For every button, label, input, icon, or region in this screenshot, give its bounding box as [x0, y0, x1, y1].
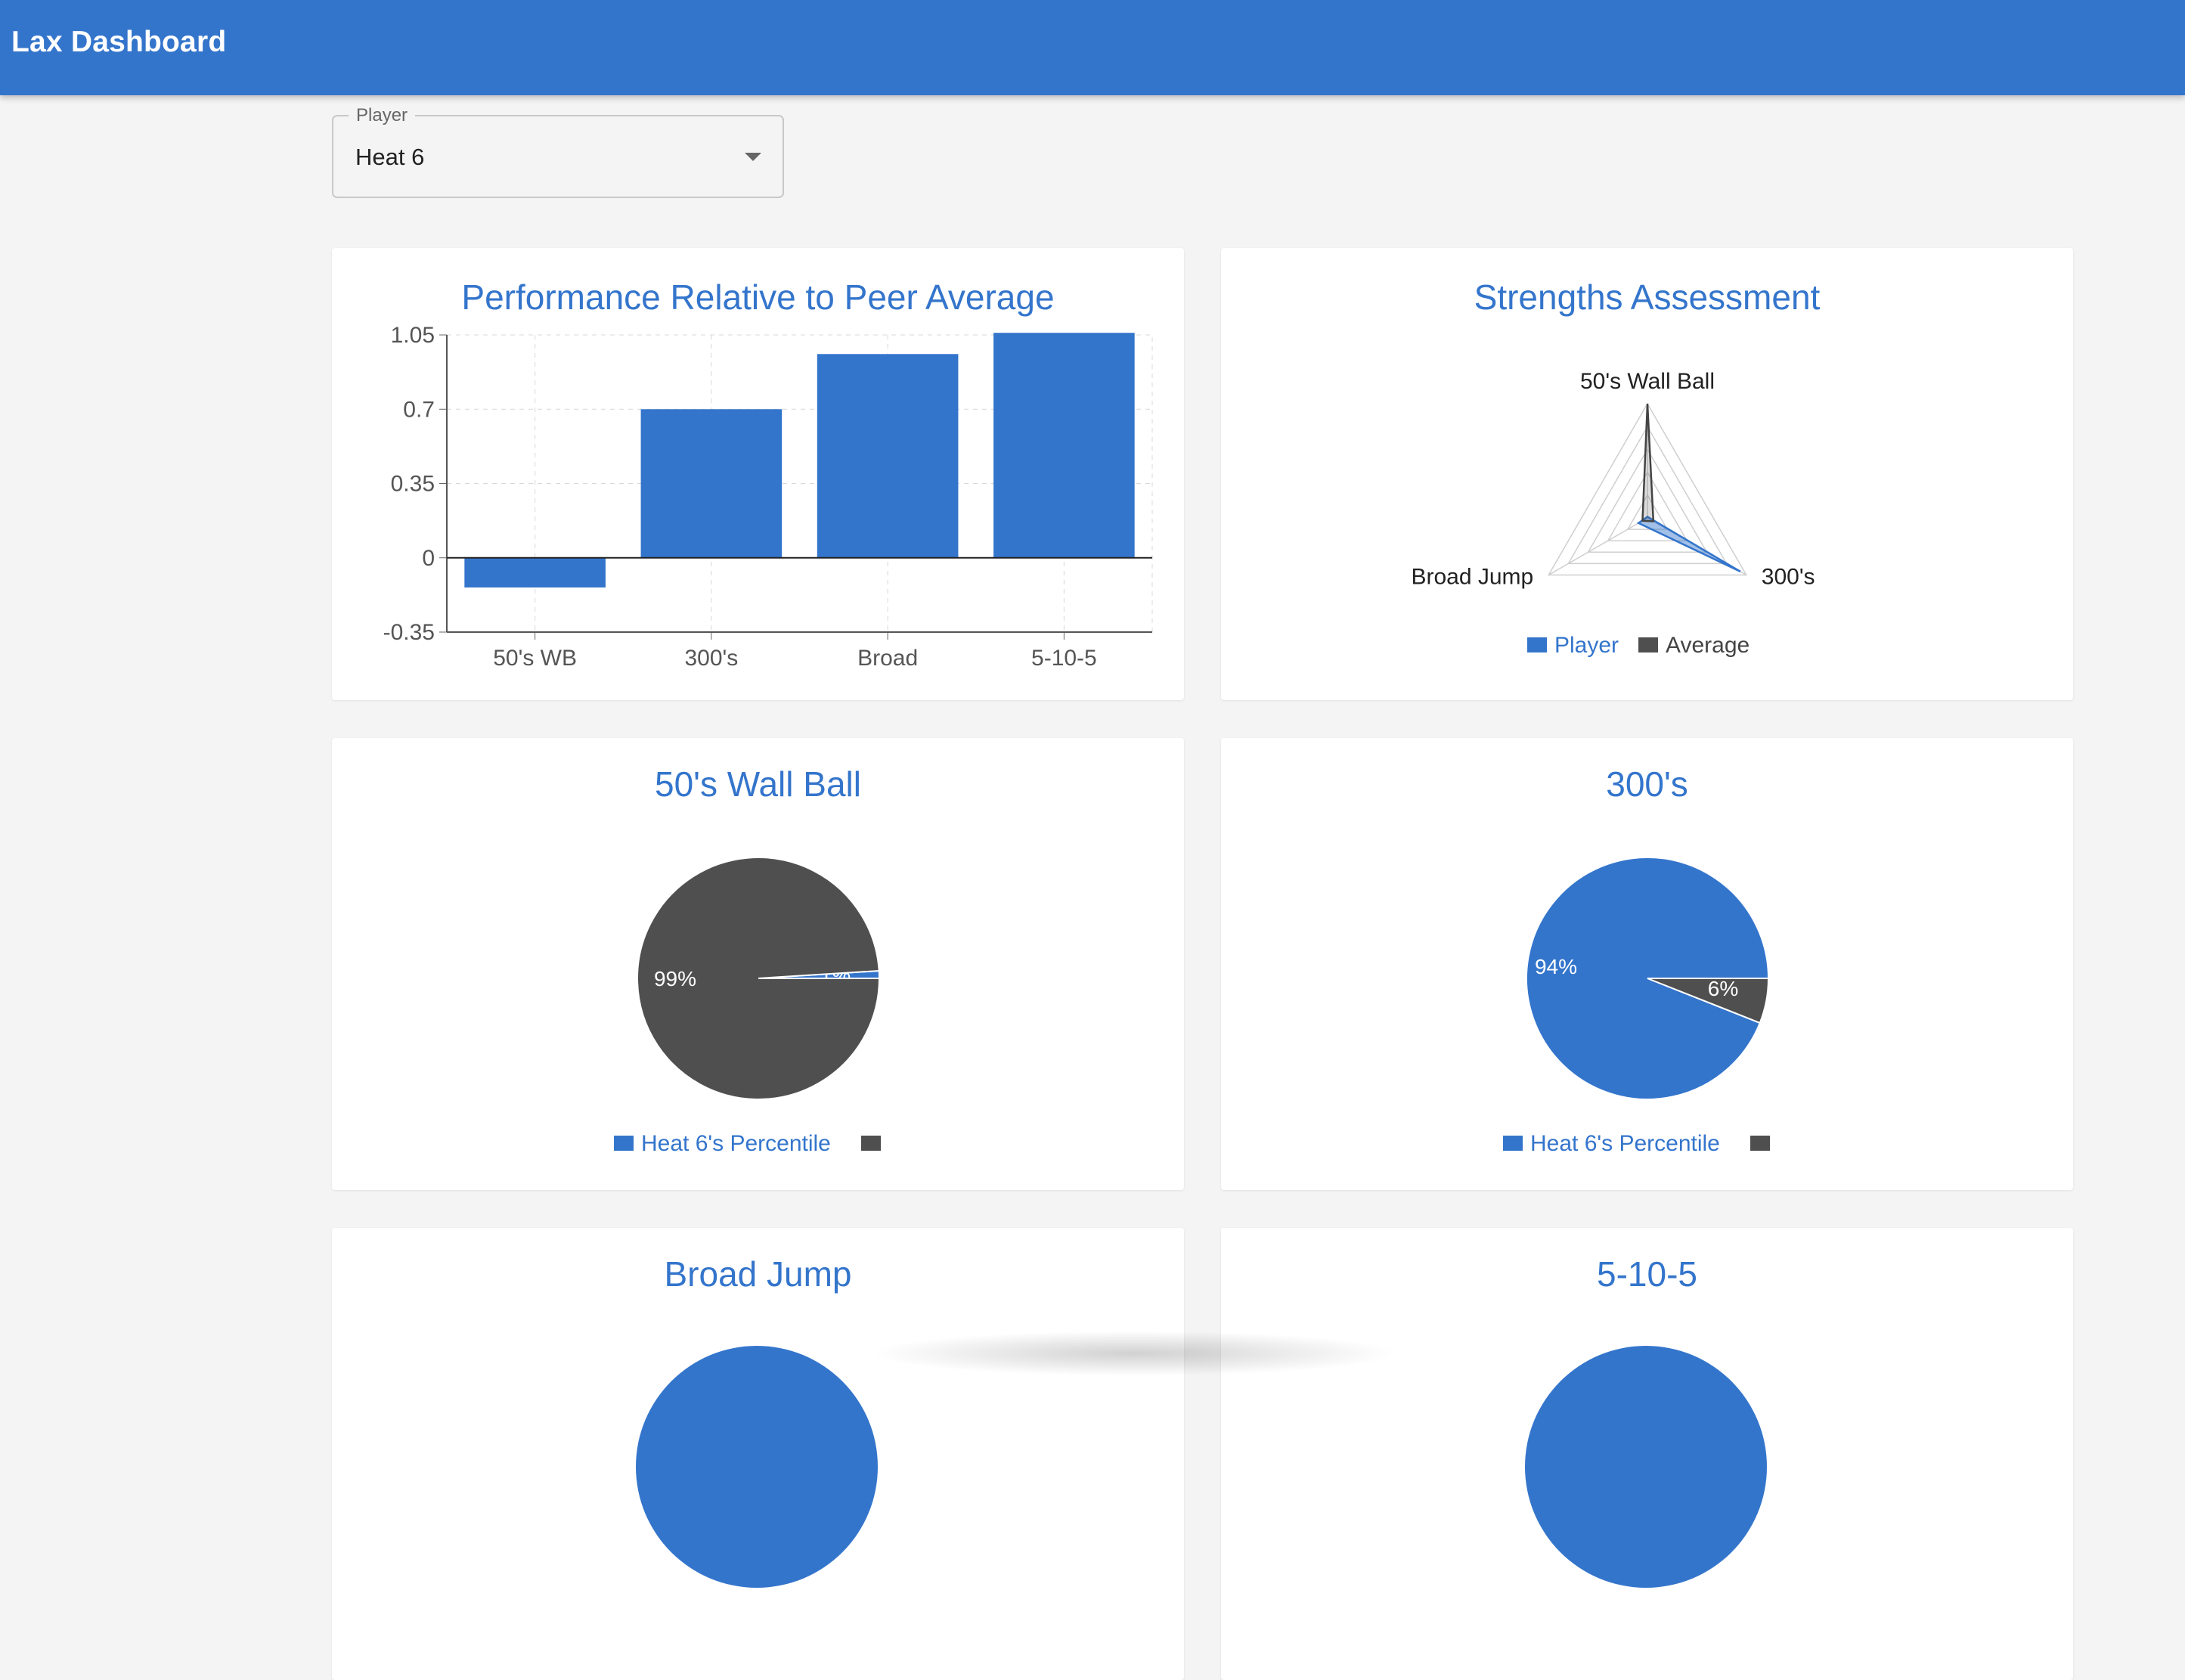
strengths-radar-chart: 50's Wall Ball 300's Broad Jump Player Avera…	[1411, 369, 1815, 658]
bar-1	[640, 409, 783, 558]
five-ten-five-chart-title: 5-10-5	[1597, 1254, 1697, 1294]
bar-3	[993, 333, 1135, 558]
y-tick-label: -0.35	[383, 620, 435, 645]
player-select-label: Player	[349, 105, 416, 126]
strengths-card: Strengths Assessment 50's Wall Ball 300's…	[1221, 248, 2073, 700]
legend-swatch-percentile	[614, 1136, 634, 1151]
x-tick-label: 300's	[684, 646, 738, 671]
bar-2	[817, 354, 959, 558]
radar-series-average	[1641, 403, 1655, 522]
player-select-value: Heat 6	[355, 144, 425, 170]
pie-slice-label-0: 94%	[1535, 955, 1577, 978]
y-tick-label: 0.7	[403, 397, 435, 422]
three-hundreds-card: 300's 94% 6% Heat 6's Percentile	[1221, 738, 2073, 1190]
pie-slice-label-1: 6%	[1708, 977, 1738, 1000]
app-bar: Lax Dashboard	[0, 0, 2185, 95]
legend-swatch-remainder	[1750, 1136, 1770, 1151]
legend-swatch-player	[1527, 637, 1547, 652]
radar-axis-label: 300's	[1762, 565, 1815, 590]
y-tick-label: 0	[422, 546, 435, 571]
legend-label-player: Player	[1554, 633, 1619, 658]
broad-jump-card: Broad Jump	[332, 1228, 1184, 1680]
broad-jump-pie-top	[636, 1346, 878, 1588]
radar-spoke	[1548, 517, 1648, 576]
radar-axis-label: Broad Jump	[1411, 565, 1533, 590]
app-title: Lax Dashboard	[11, 26, 227, 58]
broad-jump-chart-title: Broad Jump	[664, 1254, 852, 1294]
three-hundreds-pie-chart: 94% 6% Heat 6's Percentile	[1503, 857, 1770, 1156]
radar-axis-label: 50's Wall Ball	[1580, 369, 1715, 394]
chevron-down-icon[interactable]	[745, 153, 761, 161]
performance-card: Performance Relative to Peer Average 1.0…	[332, 248, 1184, 700]
y-tick-label: 1.05	[391, 323, 435, 348]
pie-slice-label-1: 99%	[654, 967, 696, 990]
performance-bar-chart: 1.05 0.7 0.35 0 -0.35 50's WB 300's Broad 5-10-5	[383, 323, 1153, 671]
wall-ball-card: 50's Wall Ball 1% 99% Heat 6's Percentile	[332, 738, 1184, 1190]
x-tick-label: 5-10-5	[1031, 646, 1097, 671]
legend-label-average: Average	[1666, 633, 1750, 658]
legend-label-percentile: Heat 6's Percentile	[1530, 1131, 1720, 1156]
legend-label-percentile: Heat 6's Percentile	[641, 1131, 831, 1156]
legend-swatch-average	[1638, 637, 1658, 652]
x-tick-label: 50's WB	[493, 646, 577, 671]
legend-swatch-percentile	[1503, 1136, 1523, 1151]
wall-ball-pie-chart: 1%99%Heat 6's Percentile	[614, 857, 881, 1156]
x-tick-label: Broad	[857, 646, 918, 671]
y-tick-label: 0.35	[391, 472, 435, 497]
bar-0	[464, 557, 606, 588]
five-ten-five-card: 5-10-5	[1221, 1228, 2073, 1680]
player-select[interactable]: Player Heat 6	[332, 105, 784, 198]
five-ten-five-pie-top	[1525, 1346, 1767, 1588]
legend-swatch-remainder	[861, 1136, 881, 1151]
